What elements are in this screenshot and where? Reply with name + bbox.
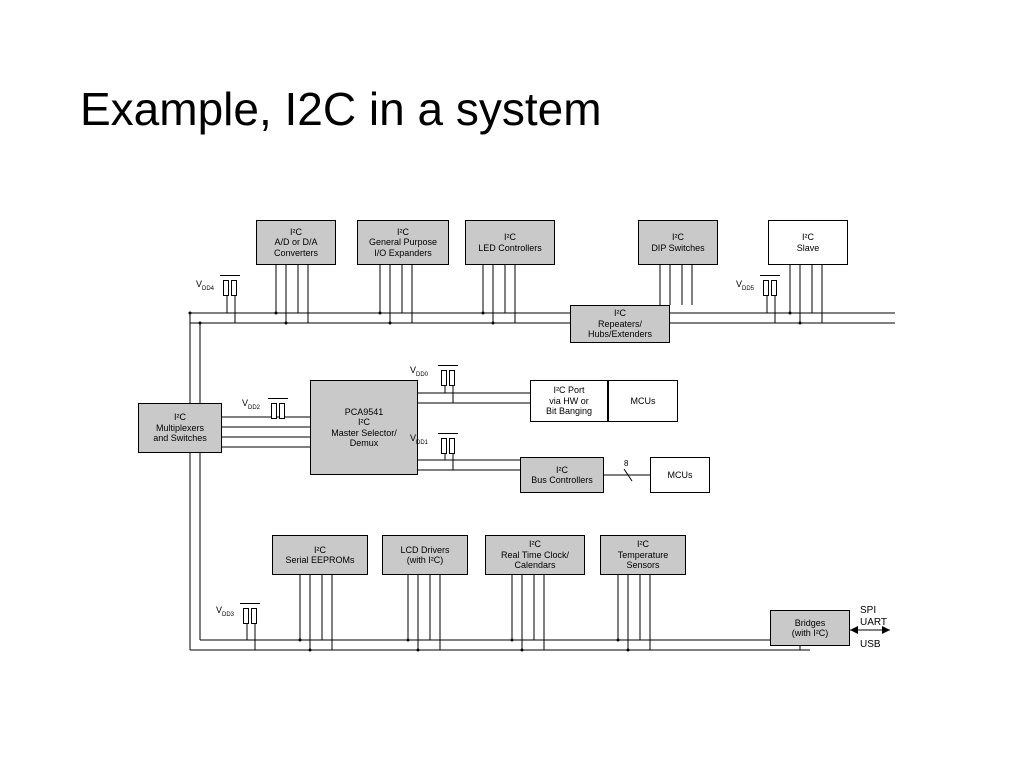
vdd5-label: VDD5 <box>736 279 754 289</box>
node-repeaters: I²C Repeaters/ Hubs/Extenders <box>570 305 670 343</box>
page-title: Example, I2C in a system <box>80 82 602 136</box>
node-rtc: I²C Real Time Clock/ Calendars <box>485 535 585 575</box>
node-expanders: I²C General Purpose I/O Expanders <box>357 220 449 265</box>
node-i2c-port: I²C Port via HW or Bit Banging <box>530 380 608 422</box>
ext-spi-label: SPI <box>860 605 876 616</box>
bus-width-label: 8 <box>624 459 628 468</box>
node-mcus-2: MCUs <box>650 457 710 493</box>
node-slave: I²C Slave <box>768 220 848 265</box>
vdd0-label: VDD0 <box>410 365 428 375</box>
ext-uart-label: UART <box>860 617 887 628</box>
node-pca9541: PCA9541 I²C Master Selector/ Demux <box>310 380 418 475</box>
node-bridges: Bridges (with I²C) <box>770 610 850 646</box>
vdd4-label: VDD4 <box>196 279 214 289</box>
node-multiplexers: I²C Multiplexers and Switches <box>138 403 222 453</box>
ext-usb-label: USB <box>860 639 881 650</box>
node-dip-switches: I²C DIP Switches <box>638 220 718 265</box>
vdd2-label: VDD2 <box>242 398 260 408</box>
vdd3-label: VDD3 <box>216 605 234 615</box>
node-led-controllers: I²C LED Controllers <box>465 220 555 265</box>
node-converters: I²C A/D or D/A Converters <box>256 220 336 265</box>
node-mcus-1: MCUs <box>608 380 678 422</box>
node-eeproms: I²C Serial EEPROMs <box>272 535 368 575</box>
node-temp-sensors: I²C Temperature Sensors <box>600 535 686 575</box>
node-bus-controllers: I²C Bus Controllers <box>520 457 604 493</box>
node-lcd-drivers: LCD Drivers (with I²C) <box>382 535 468 575</box>
i2c-system-diagram: I²C A/D or D/A Converters I²C General Pu… <box>150 205 910 685</box>
vdd1-label: VDD1 <box>410 433 428 443</box>
